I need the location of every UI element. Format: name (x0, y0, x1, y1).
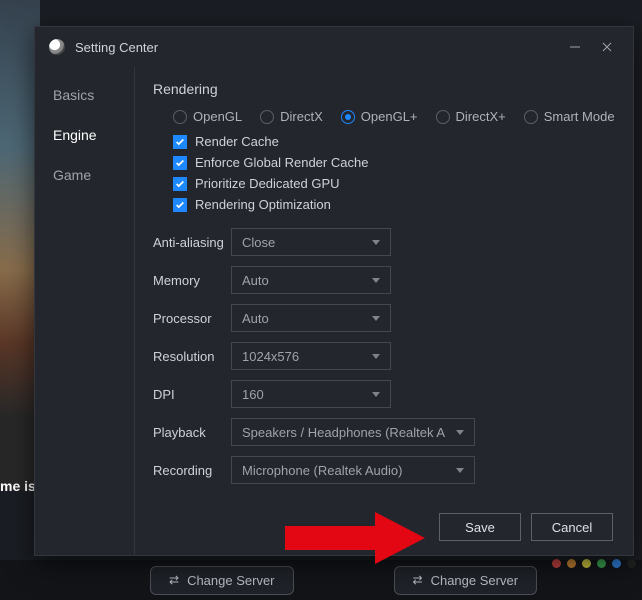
setting-row-processor: Processor Auto (153, 304, 633, 332)
annotation-arrow (285, 510, 425, 566)
rendering-engine-options: OpenGL DirectX OpenGL+ DirectX+ Smart Mode (153, 109, 633, 124)
setting-label-playback: Playback (153, 425, 231, 440)
change-server-button[interactable]: ⇄ Change Server (150, 566, 294, 595)
radio-label: OpenGL (193, 109, 242, 124)
sidebar-item-engine[interactable]: Engine (35, 115, 134, 155)
radio-opengl[interactable]: OpenGL (173, 109, 242, 124)
setting-row-dpi: DPI 160 (153, 380, 633, 408)
checkbox-label: Enforce Global Render Cache (195, 155, 368, 170)
radio-directx[interactable]: DirectX (260, 109, 323, 124)
radio-directxplus[interactable]: DirectX+ (436, 109, 506, 124)
chevron-down-icon (372, 316, 380, 321)
minimize-button[interactable] (559, 33, 591, 61)
app-logo-icon (49, 39, 65, 55)
chevron-down-icon (372, 354, 380, 359)
chevron-down-icon (456, 468, 464, 473)
select-value: Auto (242, 311, 269, 326)
save-button[interactable]: Save (439, 513, 521, 541)
radio-label: DirectX (280, 109, 323, 124)
select-playback[interactable]: Speakers / Headphones (Realtek Audio) (231, 418, 475, 446)
titlebar: Setting Center (35, 27, 633, 67)
close-button[interactable] (591, 33, 623, 61)
setting-row-recording: Recording Microphone (Realtek Audio) (153, 456, 633, 484)
select-value: Microphone (Realtek Audio) (242, 463, 402, 478)
checkbox-prioritize-dedicated-gpu[interactable]: Prioritize Dedicated GPU (153, 176, 633, 191)
checkbox-icon (173, 198, 187, 212)
carousel-dot[interactable] (627, 559, 636, 568)
carousel-dot[interactable] (552, 559, 561, 568)
chevron-down-icon (372, 278, 380, 283)
select-resolution[interactable]: 1024x576 (231, 342, 391, 370)
checkbox-rendering-optimization[interactable]: Rendering Optimization (153, 197, 633, 212)
sidebar-item-basics[interactable]: Basics (35, 75, 134, 115)
sidebar-item-game[interactable]: Game (35, 155, 134, 195)
section-title-rendering: Rendering (153, 81, 633, 97)
dialog-button-row: Save Cancel (439, 513, 613, 541)
setting-row-memory: Memory Auto (153, 266, 633, 294)
carousel-dot[interactable] (567, 559, 576, 568)
setting-label-antialias: Anti-aliasing (153, 235, 231, 250)
setting-label-memory: Memory (153, 273, 231, 288)
close-icon (601, 41, 613, 53)
chevron-down-icon (372, 392, 380, 397)
radio-dot-icon (341, 110, 355, 124)
select-recording[interactable]: Microphone (Realtek Audio) (231, 456, 475, 484)
setting-row-playback: Playback Speakers / Headphones (Realtek A… (153, 418, 633, 446)
select-processor[interactable]: Auto (231, 304, 391, 332)
chevron-down-icon (456, 430, 464, 435)
setting-label-dpi: DPI (153, 387, 231, 402)
select-value: 160 (242, 387, 264, 402)
checkbox-icon (173, 156, 187, 170)
radio-dot-icon (173, 110, 187, 124)
radio-label: Smart Mode (544, 109, 615, 124)
minimize-icon (569, 41, 581, 53)
checkbox-render-cache[interactable]: Render Cache (153, 134, 633, 149)
checkbox-label: Render Cache (195, 134, 279, 149)
radio-label: DirectX+ (456, 109, 506, 124)
checkbox-label: Prioritize Dedicated GPU (195, 176, 340, 191)
setting-row-resolution: Resolution 1024x576 (153, 342, 633, 370)
cancel-button[interactable]: Cancel (531, 513, 613, 541)
radio-smart-mode[interactable]: Smart Mode (524, 109, 615, 124)
select-antialias[interactable]: Close (231, 228, 391, 256)
radio-label: OpenGL+ (361, 109, 418, 124)
dialog-title: Setting Center (75, 40, 158, 55)
checkbox-label: Rendering Optimization (195, 197, 331, 212)
change-server-label: Change Server (431, 573, 518, 588)
change-server-label: Change Server (187, 573, 274, 588)
setting-row-antialias: Anti-aliasing Close (153, 228, 633, 256)
carousel-dot[interactable] (582, 559, 591, 568)
select-value: Close (242, 235, 275, 250)
setting-label-recording: Recording (153, 463, 231, 478)
swap-icon: ⇄ (169, 573, 179, 587)
select-value: 1024x576 (242, 349, 299, 364)
setting-label-resolution: Resolution (153, 349, 231, 364)
checkbox-icon (173, 177, 187, 191)
checkbox-enforce-global-render-cache[interactable]: Enforce Global Render Cache (153, 155, 633, 170)
radio-dot-icon (524, 110, 538, 124)
radio-dot-icon (260, 110, 274, 124)
carousel-dots[interactable] (552, 559, 636, 568)
select-dpi[interactable]: 160 (231, 380, 391, 408)
select-value: Speakers / Headphones (Realtek Audio) (242, 425, 446, 440)
change-server-button[interactable]: ⇄ Change Server (394, 566, 538, 595)
select-memory[interactable]: Auto (231, 266, 391, 294)
setting-center-dialog: Setting Center BasicsEngineGame Renderin… (34, 26, 634, 556)
truncated-text: me is (0, 478, 36, 494)
swap-icon: ⇄ (413, 573, 423, 587)
radio-dot-icon (436, 110, 450, 124)
settings-sidebar: BasicsEngineGame (35, 67, 135, 555)
checkbox-icon (173, 135, 187, 149)
carousel-dot[interactable] (597, 559, 606, 568)
chevron-down-icon (372, 240, 380, 245)
settings-content: Rendering OpenGL DirectX OpenGL+ DirectX+ Sm… (135, 67, 633, 555)
select-value: Auto (242, 273, 269, 288)
radio-openglplus[interactable]: OpenGL+ (341, 109, 418, 124)
setting-label-processor: Processor (153, 311, 231, 326)
carousel-dot[interactable] (612, 559, 621, 568)
